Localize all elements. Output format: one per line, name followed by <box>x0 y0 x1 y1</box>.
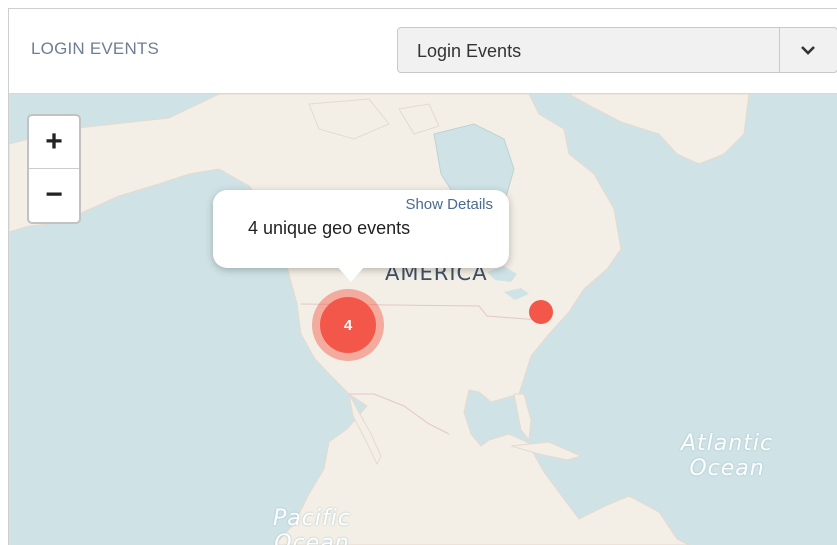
event-type-select[interactable]: Login Events <box>397 27 837 73</box>
map-popup: Show Details 4 unique geo events <box>213 190 509 268</box>
show-details-link[interactable]: Show Details <box>405 196 493 213</box>
label-pacific-ocean: Pacific Ocean <box>273 506 351 545</box>
popup-tip <box>337 266 365 282</box>
label-atlantic-line1: Atlantic <box>681 431 774 456</box>
cluster-marker[interactable]: 4 <box>320 297 376 353</box>
select-toggle-button[interactable] <box>780 28 837 72</box>
label-atlantic-line2: Ocean <box>689 456 765 481</box>
chevron-down-icon <box>801 46 815 55</box>
label-atlantic-ocean: Atlantic Ocean <box>681 431 773 481</box>
zoom-in-button[interactable]: + <box>29 116 79 169</box>
widget-header: LOGIN EVENTS Login Events <box>9 9 837 94</box>
label-pacific-line1: Pacific <box>273 506 351 531</box>
label-pacific-line2: Ocean <box>274 531 350 545</box>
login-events-widget: LOGIN EVENTS Login Events AMERICA Atlant… <box>8 8 837 545</box>
geo-map[interactable]: AMERICA Atlantic Ocean Pacific Ocean + −… <box>9 94 837 545</box>
zoom-out-button[interactable]: − <box>29 169 79 221</box>
event-marker[interactable] <box>529 300 553 324</box>
zoom-control: + − <box>27 114 81 224</box>
widget-title: LOGIN EVENTS <box>31 39 160 58</box>
select-value: Login Events <box>417 41 522 61</box>
popup-text: 4 unique geo events <box>248 218 411 238</box>
